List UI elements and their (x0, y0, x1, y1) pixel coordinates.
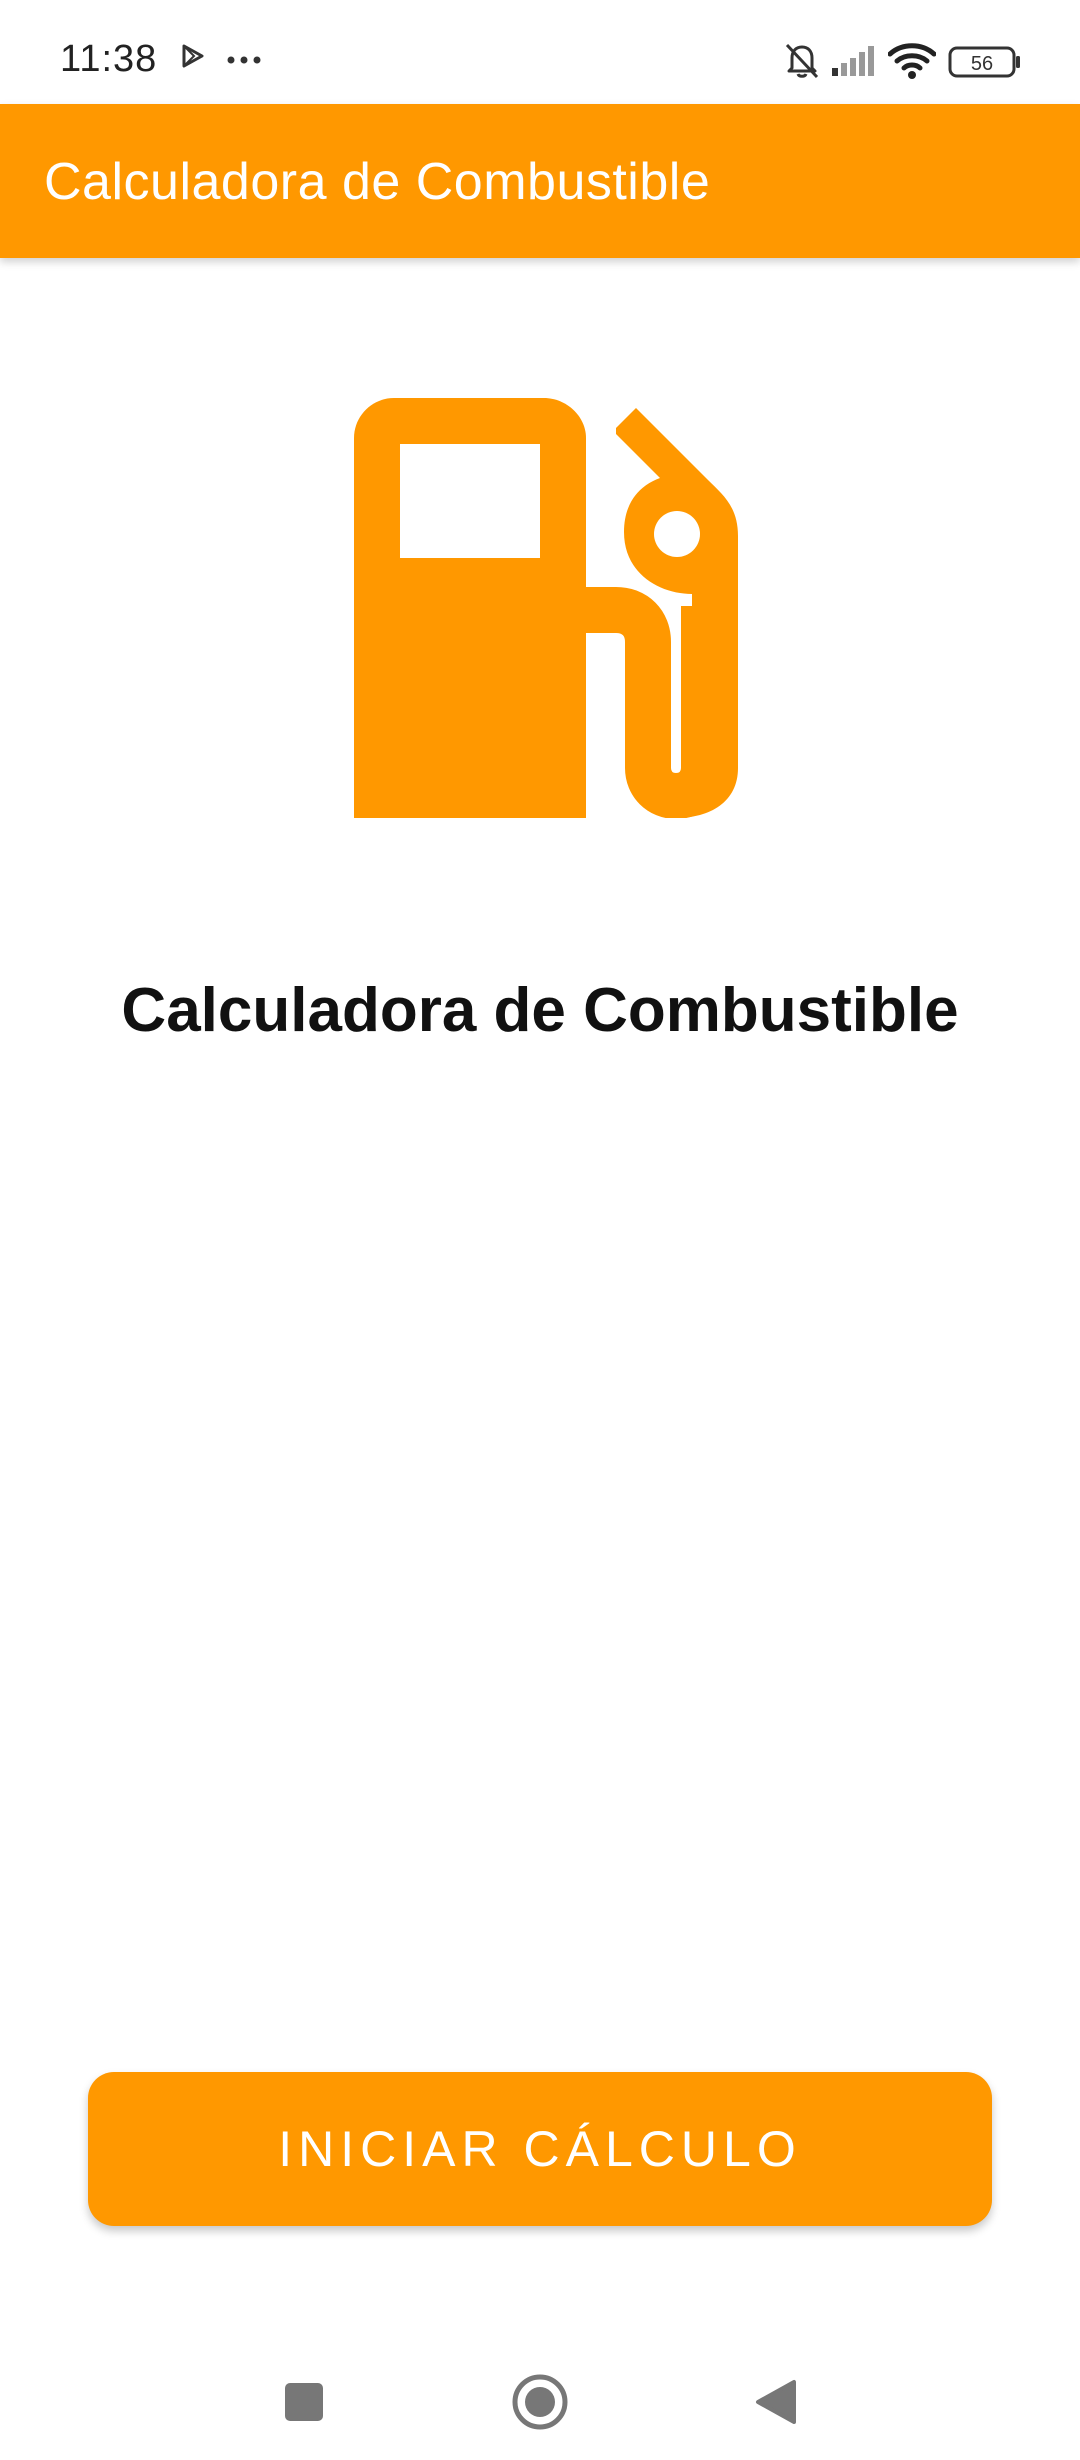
start-calculation-button-label: INICIAR CÁLCULO (278, 2121, 802, 2177)
bell-muted-icon (782, 40, 822, 85)
back-triangle-icon[interactable] (744, 2370, 808, 2434)
signal-icon (830, 44, 878, 83)
app-bar: Calculadora de Combustible (0, 104, 1080, 258)
recents-square-icon[interactable] (272, 2370, 336, 2434)
status-bar: 11:38 56 (0, 0, 1080, 104)
wifi-icon (887, 42, 937, 85)
status-time: 11:38 (60, 38, 158, 80)
play-store-icon (182, 44, 204, 73)
local-gas-station-icon (354, 398, 738, 819)
battery-level: 56 (971, 53, 993, 75)
page-heading: Calculadora de Combustible (121, 976, 959, 1045)
battery-icon: 56 (948, 46, 1022, 83)
home-circle-icon[interactable] (508, 2370, 572, 2434)
system-nav-bar (0, 2340, 1080, 2460)
start-calculation-button[interactable]: INICIAR CÁLCULO (88, 2072, 992, 2226)
more-dots-icon (226, 52, 262, 70)
screen: 11:38 56 Calculadora de Combustible Calc… (0, 0, 1080, 2460)
app-bar-title: Calculadora de Combustible (44, 153, 711, 211)
